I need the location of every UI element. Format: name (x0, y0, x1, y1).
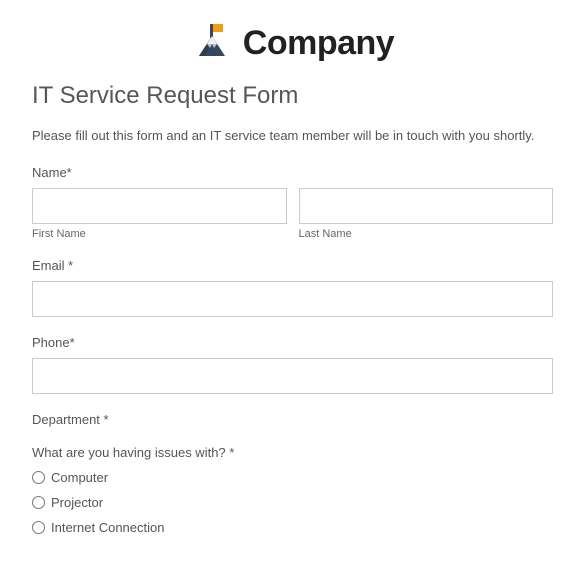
phone-field-group: Phone* (32, 335, 553, 394)
name-field-group: Name* First Name Last Name (32, 165, 553, 240)
radio-projector[interactable] (32, 496, 45, 509)
company-header: Company (32, 22, 553, 64)
radio-option: Computer (32, 470, 553, 485)
radio-internet[interactable] (32, 521, 45, 534)
email-label: Email * (32, 258, 553, 273)
department-label: Department * (32, 412, 553, 427)
phone-label: Phone* (32, 335, 553, 350)
email-field-group: Email * (32, 258, 553, 317)
company-name: Company (243, 24, 394, 63)
name-label: Name* (32, 165, 553, 180)
last-name-input[interactable] (299, 188, 554, 224)
mountain-flag-icon (191, 22, 233, 64)
radio-option: Projector (32, 495, 553, 510)
issues-label: What are you having issues with? * (32, 445, 553, 460)
radio-computer[interactable] (32, 471, 45, 484)
form-title: IT Service Request Form (32, 82, 553, 110)
phone-input[interactable] (32, 358, 553, 394)
department-field-group: Department * (32, 412, 553, 427)
radio-label: Projector (51, 495, 103, 510)
first-name-sublabel: First Name (32, 228, 287, 240)
last-name-sublabel: Last Name (299, 228, 554, 240)
issues-field-group: What are you having issues with? * Compu… (32, 445, 553, 535)
form-description: Please fill out this form and an IT serv… (32, 128, 553, 143)
email-input[interactable] (32, 281, 553, 317)
first-name-input[interactable] (32, 188, 287, 224)
radio-option: Internet Connection (32, 520, 553, 535)
radio-label: Internet Connection (51, 520, 164, 535)
radio-label: Computer (51, 470, 108, 485)
